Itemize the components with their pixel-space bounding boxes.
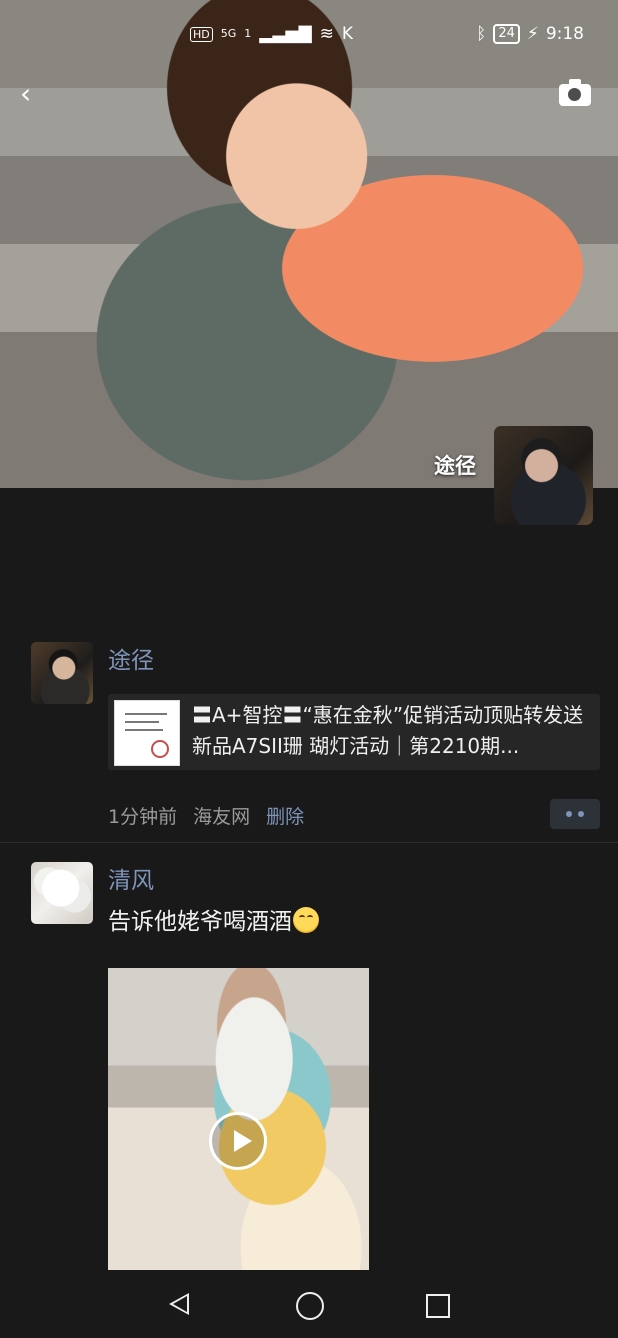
wifi-icon: ≋: [319, 24, 334, 44]
play-icon[interactable]: [209, 1112, 267, 1170]
shared-article-card[interactable]: 〓A+智控〓“惠在金秋”促销活动顶贴转发送新品A7SII珊 瑚灯活动｜第2210…: [108, 694, 600, 770]
k-icon: K: [341, 24, 353, 44]
system-navigation-bar: [0, 1270, 618, 1338]
crying-laughing-emoji-icon: [293, 907, 319, 933]
signal-small-label: 1: [244, 27, 252, 40]
network-label: 5G: [220, 27, 237, 40]
shared-article-thumbnail: [114, 700, 180, 766]
post-author[interactable]: 途径: [108, 646, 154, 676]
back-button[interactable]: ‹: [20, 80, 31, 108]
post-avatar[interactable]: [31, 642, 93, 704]
post-avatar[interactable]: [31, 862, 93, 924]
post-meta: 1分钟前 海友网 删除: [108, 802, 304, 829]
moment-post-video: 清风 告诉他姥爷喝酒酒: [0, 862, 618, 1293]
more-dot-icon: [566, 811, 572, 817]
more-actions-button[interactable]: [550, 799, 600, 829]
home-icon[interactable]: [296, 1292, 324, 1320]
status-bar: HD 5G 1 ▂▃▅▇ ≋ K ᛒ 24 ⚡ 9:18: [0, 20, 618, 50]
camera-icon[interactable]: [559, 79, 591, 106]
more-dot-icon: [578, 811, 584, 817]
signal-icon: ▂▃▅▇: [259, 24, 312, 44]
post-time: 1分钟前: [108, 806, 178, 828]
hd-badge: HD: [190, 26, 213, 42]
cover-photo[interactable]: [0, 0, 618, 488]
post-author[interactable]: 清风: [108, 866, 154, 896]
status-left: HD 5G 1 ▂▃▅▇ ≋ K: [190, 24, 353, 44]
shared-article-title: 〓A+智控〓“惠在金秋”促销活动顶贴转发送新品A7SII珊 瑚灯活动｜第2210…: [192, 703, 584, 758]
status-right: ᛒ 24 ⚡ 9:18: [476, 24, 584, 44]
post-divider: [0, 842, 618, 843]
video-thumbnail[interactable]: [108, 968, 369, 1293]
charging-icon: ⚡: [526, 24, 539, 44]
bluetooth-icon: ᛒ: [476, 24, 487, 44]
profile-avatar[interactable]: [494, 426, 593, 525]
profile-name: 途径: [434, 454, 476, 478]
status-time: 9:18: [545, 24, 584, 44]
post-text-content: 告诉他姥爷喝酒酒: [108, 909, 292, 935]
delete-button[interactable]: 删除: [266, 802, 304, 829]
moment-post-share: 途径 〓A+智控〓“惠在金秋”促销活动顶贴转发送新品A7SII珊 瑚灯活动｜第2…: [0, 642, 618, 842]
back-icon[interactable]: [169, 1293, 189, 1315]
recent-apps-icon[interactable]: [426, 1294, 450, 1318]
battery-icon: 24: [493, 24, 520, 44]
post-text: 告诉他姥爷喝酒酒: [108, 902, 319, 936]
post-source[interactable]: 海友网: [193, 802, 250, 829]
